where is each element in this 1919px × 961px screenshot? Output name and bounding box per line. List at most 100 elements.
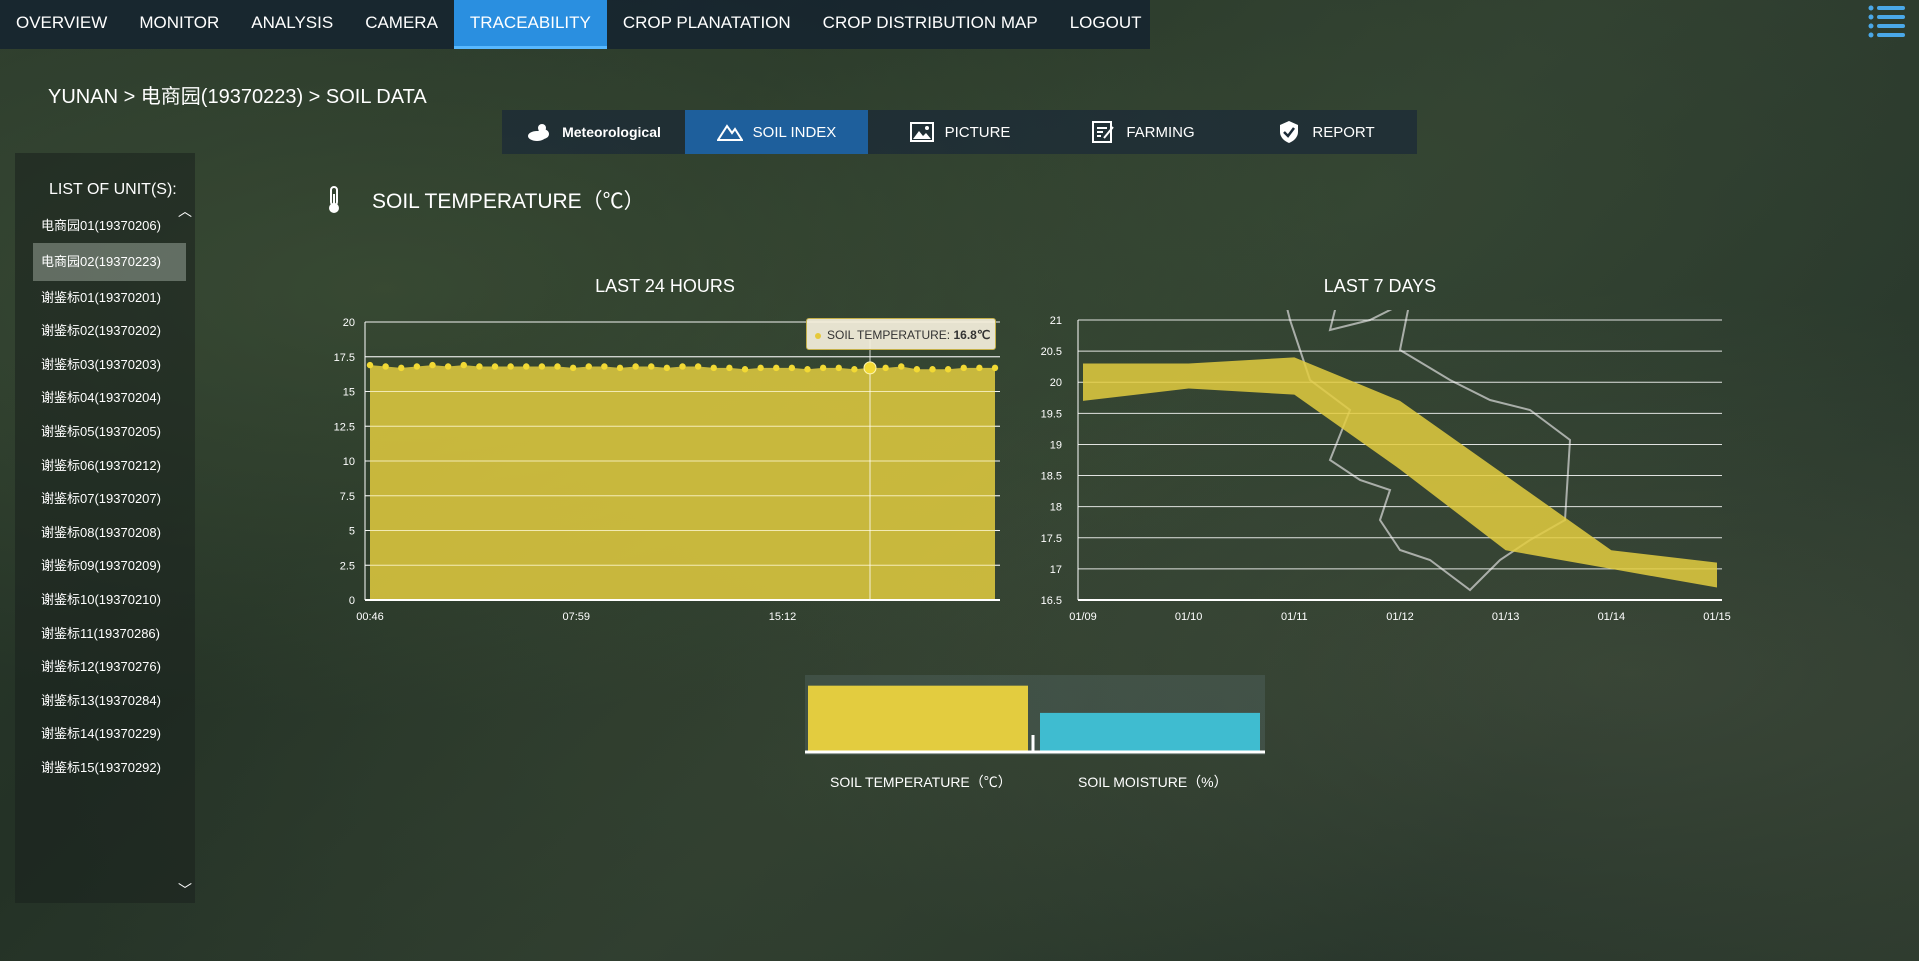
data-point <box>507 363 514 370</box>
section-header: SOIL TEMPERATURE（℃） <box>326 185 645 215</box>
unit-list-item[interactable]: 谢鉴标10(19370210) <box>33 583 186 617</box>
sub-tabs: Meteorological SOIL INDEX PICTURE FARMIN… <box>502 110 1417 154</box>
tooltip-label: SOIL TEMPERATURE: <box>827 328 951 342</box>
bar <box>808 685 1028 751</box>
data-point <box>773 364 780 372</box>
data-point <box>944 366 952 373</box>
data-point <box>476 363 483 370</box>
bar-label-temperature: SOIL TEMPERATURE（℃） <box>830 774 1012 790</box>
data-point <box>694 363 702 370</box>
data-point <box>554 363 561 370</box>
data-point <box>601 363 608 370</box>
y-tick-label: 17.5 <box>334 352 355 364</box>
x-tick-label: 01/13 <box>1492 611 1520 623</box>
tab-label: SOIL INDEX <box>752 123 837 141</box>
tab-label: PICTURE <box>944 123 1011 141</box>
data-point <box>413 363 421 370</box>
unit-list-item[interactable]: 谢鉴标02(19370202) <box>33 314 186 348</box>
data-point <box>460 361 467 369</box>
unit-list-item[interactable]: 谢鉴标06(19370212) <box>33 449 186 483</box>
y-tick-label: 17 <box>1050 564 1062 576</box>
data-point <box>913 366 921 373</box>
mountain-icon <box>716 124 743 141</box>
data-point <box>929 366 936 373</box>
data-point <box>444 363 452 370</box>
y-tick-label: 21 <box>1050 315 1062 327</box>
unit-list-item[interactable]: 谢鉴标05(19370205) <box>33 415 186 449</box>
y-tick-label: 5 <box>349 526 355 538</box>
unit-list-item[interactable]: 谢鉴标04(19370204) <box>33 381 186 415</box>
chart-tooltip: SOIL TEMPERATURE: 16.8℃ <box>806 318 996 350</box>
unit-list-item[interactable]: 谢鉴标07(19370207) <box>33 482 186 516</box>
nav-crop-planatation[interactable]: CROP PLANATATION <box>607 0 807 49</box>
menu-list-icon[interactable] <box>1867 4 1907 38</box>
y-tick-label: 16.5 <box>1041 595 1062 607</box>
unit-list-item[interactable]: 谢鉴标03(19370203) <box>33 348 186 382</box>
unit-list-item[interactable]: 谢鉴标01(19370201) <box>33 281 186 315</box>
y-tick-label: 19.5 <box>1041 408 1062 420</box>
section-title: SOIL TEMPERATURE（℃） <box>372 190 645 213</box>
data-point <box>382 363 389 370</box>
y-tick-label: 2.5 <box>340 560 355 572</box>
top-nav: OVERVIEW MONITOR ANALYSIS CAMERA TRACEABILIT… <box>0 0 1150 49</box>
data-point <box>882 364 889 372</box>
unit-list-item[interactable]: 谢鉴标08(19370208) <box>33 516 186 550</box>
data-point <box>804 366 811 373</box>
bar-label-moisture: SOIL MOISTURE（%） <box>1078 774 1228 790</box>
unit-list-item[interactable]: 谢鉴标14(19370229) <box>33 717 186 751</box>
data-point <box>835 364 842 372</box>
nav-traceability[interactable]: TRACEABILITY <box>453 0 607 49</box>
chart-title-24h: LAST 24 HOURS <box>595 276 735 296</box>
y-tick-label: 12.5 <box>334 421 355 433</box>
data-point <box>757 364 764 372</box>
tab-farming[interactable]: FARMING <box>1051 110 1234 154</box>
current-values-bar-chart <box>805 675 1265 755</box>
chart-last-7-days: 16.5 17 17.5 18 18.5 19 19.5 20 20.5 21 01/09 01/10… <box>1041 310 1731 623</box>
unit-list-item[interactable]: 谢鉴标13(19370284) <box>33 684 186 718</box>
y-tick-label: 17.5 <box>1041 533 1062 545</box>
y-tick-label: 18 <box>1050 502 1062 514</box>
scroll-down-icon[interactable]: ﹀ <box>178 880 192 900</box>
chart-last-24-hours: 0 2.5 5 7.5 10 12.5 15 17.5 20 00:46 07:59 15:12 <box>334 317 1000 623</box>
x-tick-label: 01/14 <box>1598 611 1626 623</box>
unit-list-item[interactable]: 谢鉴标09(19370209) <box>33 549 186 583</box>
chart-title-7d: LAST 7 DAYS <box>1323 276 1437 296</box>
bar <box>1040 712 1260 751</box>
picture-icon <box>909 122 934 142</box>
data-point <box>632 363 639 370</box>
x-tick-label: 01/09 <box>1069 611 1097 623</box>
data-point <box>898 363 905 370</box>
tab-report[interactable]: REPORT <box>1234 110 1417 154</box>
shield-check-icon <box>1280 121 1299 143</box>
data-point <box>960 364 967 372</box>
tab-label: FARMING <box>1126 123 1195 141</box>
tab-picture[interactable]: PICTURE <box>868 110 1051 154</box>
data-point <box>741 366 749 373</box>
data-point <box>398 364 405 372</box>
tooltip-value: 16.8℃ <box>953 328 991 342</box>
nav-monitor[interactable]: MONITOR <box>123 0 235 49</box>
unit-list-item[interactable]: 谢鉴标11(19370286) <box>33 617 186 651</box>
tab-label: REPORT <box>1312 123 1375 141</box>
nav-logout[interactable]: LOGOUT <box>1054 0 1158 49</box>
x-tick-label: 00:46 <box>356 611 384 623</box>
nav-analysis[interactable]: ANALYSIS <box>235 0 349 49</box>
nav-camera[interactable]: CAMERA <box>349 0 454 49</box>
tab-meteorological[interactable]: Meteorological <box>502 110 685 154</box>
unit-list-item[interactable]: 谢鉴标15(19370292) <box>33 751 186 785</box>
unit-sidebar: LIST OF UNIT(S): ︿ 电商园01(19370206) 电商园02(… <box>15 153 195 903</box>
thermometer-icon <box>329 186 339 213</box>
unit-list-item[interactable]: 电商园01(19370206) <box>33 209 186 243</box>
nav-crop-distribution-map[interactable]: CROP DISTRIBUTION MAP <box>807 0 1054 49</box>
x-tick-label: 01/12 <box>1386 611 1414 623</box>
y-tick-label: 15 <box>343 387 355 399</box>
unit-list-item[interactable]: 谢鉴标12(19370276) <box>33 650 186 684</box>
data-point <box>648 363 655 370</box>
y-tick-label: 18.5 <box>1041 471 1062 483</box>
nav-overview[interactable]: OVERVIEW <box>0 0 123 49</box>
data-point <box>710 364 717 372</box>
unit-list-item[interactable]: 电商园02(19370223) <box>33 242 186 281</box>
data-point <box>491 363 499 370</box>
tab-soil-index[interactable]: SOIL INDEX <box>685 110 868 154</box>
x-tick-label: 15:12 <box>769 611 797 623</box>
